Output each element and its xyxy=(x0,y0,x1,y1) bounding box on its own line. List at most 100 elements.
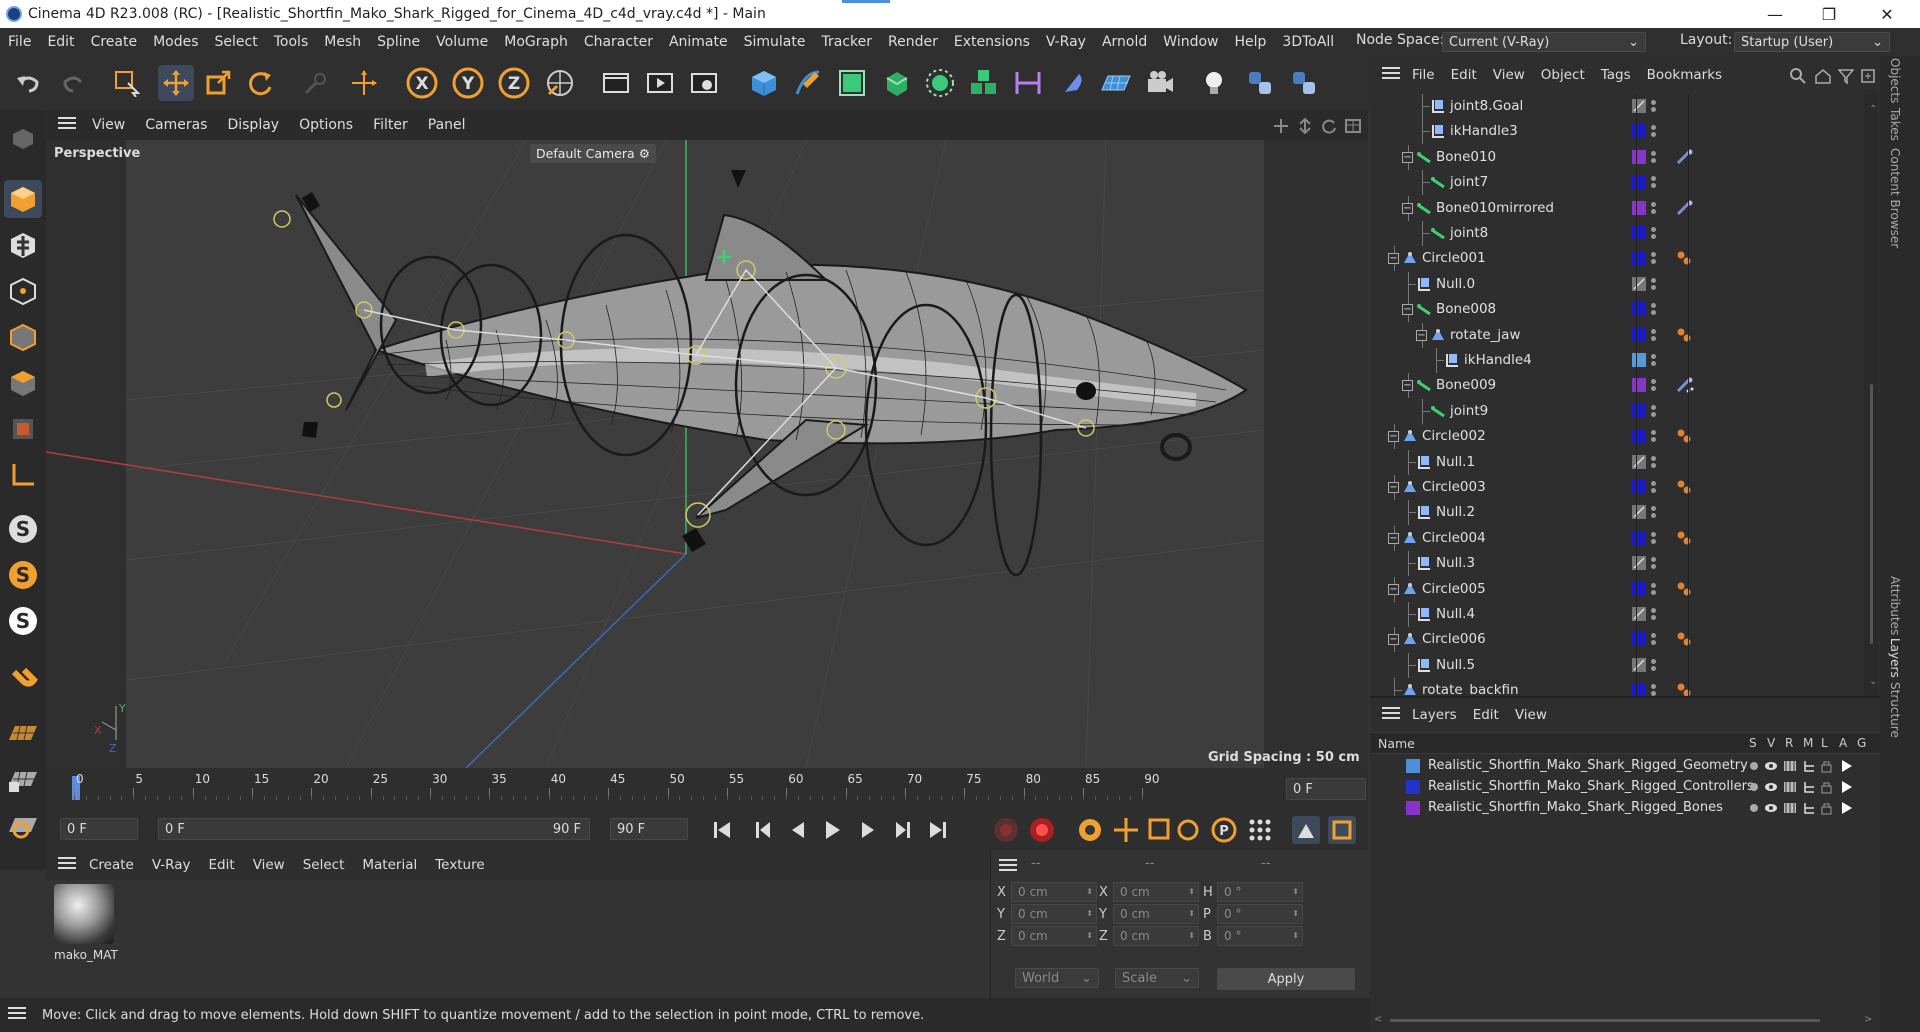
viewport-menu-cameras[interactable]: Cameras xyxy=(135,117,217,133)
3d-viewport[interactable]: Y XZ Perspective Default Camera ⚙ Grid Sp… xyxy=(46,140,1368,768)
layer-color-swatch[interactable] xyxy=(1632,175,1646,190)
material-menu-create[interactable]: Create xyxy=(80,857,143,873)
scroll-down-icon[interactable]: ⌄ xyxy=(1869,676,1877,687)
workplane-icon[interactable] xyxy=(4,714,42,752)
layer-color-swatch[interactable] xyxy=(1632,530,1646,545)
expand-toggle-icon[interactable]: − xyxy=(1402,304,1413,316)
minimize-button[interactable]: — xyxy=(1752,0,1798,28)
scale-tool-icon[interactable] xyxy=(200,65,236,101)
object-menu-tags[interactable]: Tags xyxy=(1593,67,1639,83)
start-frame-field[interactable]: 0 F xyxy=(60,818,138,840)
xpresso-tag-icon[interactable] xyxy=(1676,428,1692,448)
object-row[interactable]: Null.2 xyxy=(1370,500,1862,526)
layer-color-swatch[interactable] xyxy=(1632,378,1646,393)
hamburger-menu-icon[interactable] xyxy=(999,858,1017,876)
apply-button[interactable]: Apply xyxy=(1217,968,1355,990)
python-plugin-icon[interactable] xyxy=(1286,65,1322,101)
maximize-view-icon[interactable] xyxy=(1344,118,1362,138)
side-tab-attributes[interactable]: Attributes xyxy=(1888,576,1902,635)
editor-visibility-dot[interactable] xyxy=(1651,404,1656,410)
material-swatch[interactable]: mako_MAT xyxy=(54,884,118,964)
key-pla-icon[interactable] xyxy=(1249,819,1271,841)
menu-select[interactable]: Select xyxy=(207,34,266,50)
previous-key-icon[interactable] xyxy=(756,822,770,838)
side-tab-layers[interactable]: Layers xyxy=(1888,638,1902,678)
pan-view-icon[interactable] xyxy=(1272,118,1290,138)
layer-color-swatch[interactable] xyxy=(1632,657,1646,672)
live-selection-icon[interactable] xyxy=(108,65,144,101)
xpresso-tag-icon[interactable] xyxy=(1676,631,1692,651)
editor-visibility-dot[interactable] xyxy=(1651,481,1656,486)
editor-visibility-dot[interactable] xyxy=(1651,100,1656,105)
rotate-view-icon[interactable] xyxy=(1320,118,1338,138)
side-tab-takes[interactable]: Takes xyxy=(1888,108,1902,141)
object-row[interactable]: − Bone010mirrored xyxy=(1370,195,1862,221)
layer-horizontal-scrollbar[interactable]: < > xyxy=(1374,1014,1874,1028)
editor-visibility-dot[interactable] xyxy=(1651,150,1656,156)
coord-value-field[interactable]: 0 cm ⬍ xyxy=(1113,904,1199,924)
undo-button[interactable] xyxy=(10,65,46,101)
recent-tool-icon[interactable] xyxy=(298,65,334,101)
expand-toggle-icon[interactable]: − xyxy=(1402,380,1413,392)
cube-object-icon[interactable] xyxy=(746,65,782,101)
scroll-thumb[interactable] xyxy=(1870,384,1873,644)
preview-range-slider[interactable]: 0 F 90 F xyxy=(158,818,590,840)
render-visibility-dot[interactable] xyxy=(1651,665,1656,671)
side-tab-content-browser[interactable]: Content Browser xyxy=(1888,148,1902,248)
menu-animate[interactable]: Animate xyxy=(661,34,736,50)
menu-mograph[interactable]: MoGraph xyxy=(496,34,576,50)
keyframe-selection-icon[interactable] xyxy=(1079,819,1101,841)
editor-visibility-dot[interactable] xyxy=(1651,227,1656,232)
xpresso-tag-icon[interactable] xyxy=(1676,682,1692,696)
viewport-menu-view[interactable]: View xyxy=(82,117,135,133)
axis-mode-icon[interactable] xyxy=(4,456,42,494)
material-menu-select[interactable]: Select xyxy=(294,857,354,873)
extrude-icon[interactable] xyxy=(878,65,914,101)
xpresso-tag-icon[interactable] xyxy=(1676,250,1692,270)
cloner-icon[interactable] xyxy=(922,65,958,101)
object-row[interactable]: Null.5 xyxy=(1370,652,1862,678)
editor-visibility-dot[interactable] xyxy=(1651,303,1656,309)
editor-visibility-dot[interactable] xyxy=(1651,557,1656,563)
menu-character[interactable]: Character xyxy=(576,34,661,50)
object-row[interactable]: Null.1 xyxy=(1370,449,1862,475)
render-visibility-dot[interactable] xyxy=(1651,157,1656,163)
coord-value-field[interactable]: 0 ° ⬍ xyxy=(1217,904,1303,924)
go-to-end-icon[interactable] xyxy=(930,822,946,838)
stepper-icon[interactable]: ⬍ xyxy=(1292,932,1299,940)
coord-value-field[interactable]: 0 ° ⬍ xyxy=(1217,926,1303,946)
layer-color-swatch[interactable] xyxy=(1632,276,1646,291)
material-menu-v-ray[interactable]: V-Ray xyxy=(143,857,200,873)
material-menu-edit[interactable]: Edit xyxy=(200,857,244,873)
play-icon[interactable] xyxy=(826,821,840,839)
object-row[interactable]: joint8 xyxy=(1370,221,1862,246)
side-tab-objects[interactable]: Objects xyxy=(1888,58,1902,103)
coord-value-field[interactable]: 0 ° ⬍ xyxy=(1217,882,1303,902)
menu-help[interactable]: Help xyxy=(1226,34,1274,50)
light-icon[interactable] xyxy=(1196,65,1232,101)
layer-color-swatch[interactable] xyxy=(1632,200,1646,215)
render-visibility-dot[interactable] xyxy=(1651,234,1656,239)
layer-menu-edit[interactable]: Edit xyxy=(1465,707,1507,723)
coord-value-field[interactable]: 0 cm ⬍ xyxy=(1011,882,1097,902)
editor-visibility-dot[interactable] xyxy=(1651,430,1656,436)
layer-color-swatch[interactable] xyxy=(1632,556,1646,571)
restore-button[interactable]: ❐ xyxy=(1806,0,1852,28)
auto-keying-icon[interactable] xyxy=(1030,818,1054,842)
render-visibility-dot[interactable] xyxy=(1651,183,1656,189)
coordinate-space-dropdown[interactable]: World ⌄ xyxy=(1015,968,1099,988)
viewport-menu-panel[interactable]: Panel xyxy=(418,117,476,133)
render-visibility-dot[interactable] xyxy=(1651,107,1656,112)
key-rotation-icon[interactable] xyxy=(1177,819,1199,841)
object-row[interactable]: ikHandle3 xyxy=(1370,119,1862,145)
end-frame-field[interactable]: 90 F xyxy=(610,818,688,840)
coord-value-field[interactable]: 0 cm ⬍ xyxy=(1011,926,1097,946)
nodespace-dropdown[interactable]: Current (V-Ray) ⌄ xyxy=(1442,32,1646,52)
object-row[interactable]: − Circle005 xyxy=(1370,576,1862,602)
render-visibility-dot[interactable] xyxy=(1651,361,1656,366)
layer-color-swatch[interactable] xyxy=(1632,454,1646,469)
current-frame-field[interactable]: 0 F xyxy=(1286,778,1366,800)
editor-visibility-dot[interactable] xyxy=(1651,176,1656,182)
editor-visibility-dot[interactable] xyxy=(1651,379,1656,385)
object-row[interactable]: joint7 xyxy=(1370,170,1862,196)
